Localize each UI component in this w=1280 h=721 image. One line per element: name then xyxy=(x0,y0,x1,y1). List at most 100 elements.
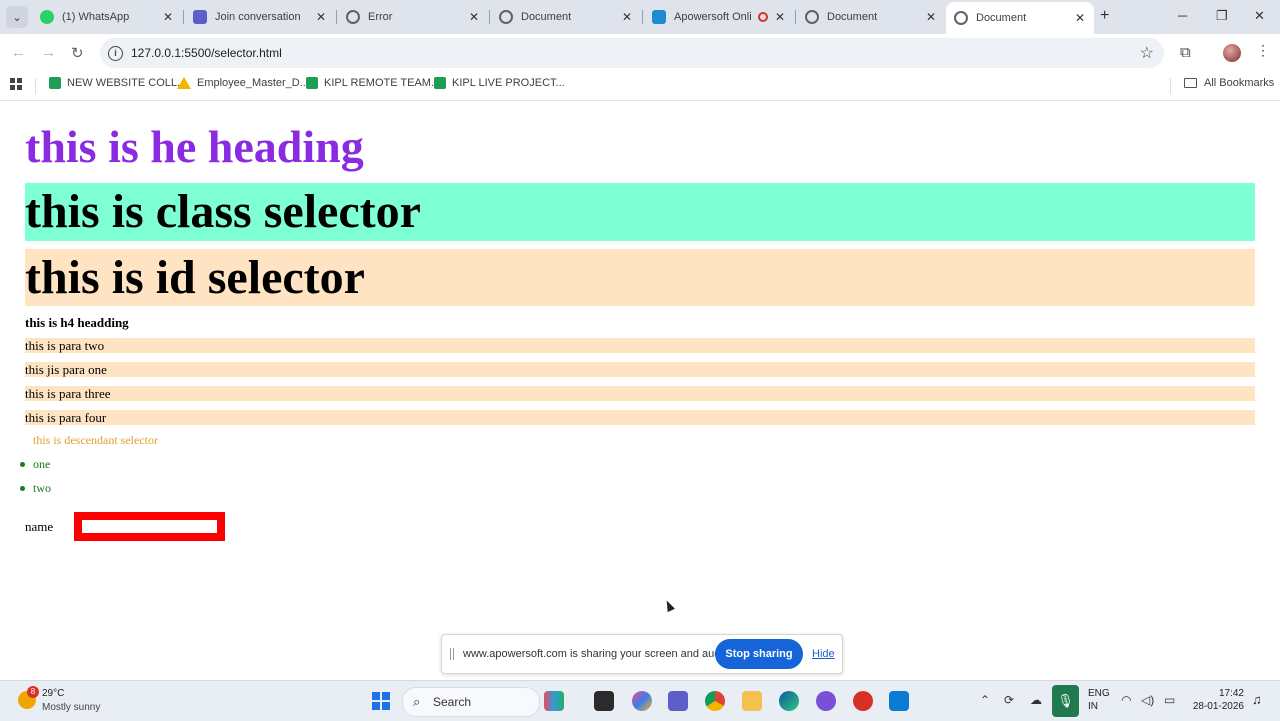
language-code: ENG xyxy=(1088,688,1110,699)
microphone-icon[interactable]: 🎙 xyxy=(1052,685,1079,717)
task-view-icon[interactable] xyxy=(594,691,614,711)
close-icon: ✕ xyxy=(1254,8,1265,23)
close-icon[interactable]: ✕ xyxy=(313,10,329,24)
drag-handle[interactable] xyxy=(450,648,454,660)
cloud-icon[interactable]: ☁ xyxy=(1030,693,1042,707)
close-window-button[interactable]: ✕ xyxy=(1254,8,1265,24)
arrow-left-icon: ← xyxy=(11,44,26,61)
bookmark-item[interactable]: KIPL REMOTE TEAM... xyxy=(306,77,440,89)
restore-icon: ❐ xyxy=(1216,8,1228,23)
app-notification-icon[interactable] xyxy=(853,691,873,711)
clock-time: 17:42 xyxy=(1218,688,1244,699)
tab-separator xyxy=(489,10,490,24)
close-icon[interactable]: ✕ xyxy=(619,10,635,24)
sync-icon[interactable]: ⟳ xyxy=(1004,693,1014,707)
chevron-up-icon[interactable]: ⌃ xyxy=(980,693,990,707)
reload-button[interactable]: ↻ xyxy=(71,44,84,62)
list-item-label: two xyxy=(33,481,51,495)
share-message: www.apowersoft.com is sharing your scree… xyxy=(463,648,733,660)
hide-link[interactable]: Hide xyxy=(812,648,835,660)
class-selector-heading: this is class selector xyxy=(25,183,1255,241)
sheets-icon xyxy=(306,77,318,89)
star-icon[interactable]: ☆ xyxy=(1140,43,1154,63)
divider xyxy=(1170,78,1171,94)
browser-app-icon[interactable] xyxy=(816,691,836,711)
tab-separator xyxy=(336,10,337,24)
info-icon[interactable]: i xyxy=(108,46,123,61)
language-indicator[interactable]: ENG IN xyxy=(1088,687,1110,713)
close-icon[interactable]: ✕ xyxy=(466,10,482,24)
widgets-icon[interactable] xyxy=(544,691,564,711)
taskbar-search-label: Search xyxy=(433,695,472,709)
forward-button[interactable]: → xyxy=(41,44,56,61)
tab-error[interactable]: Error ✕ xyxy=(338,4,488,30)
tab-join-conversation[interactable]: Join conversation ✕ xyxy=(185,4,335,30)
battery-icon[interactable]: ▭ xyxy=(1164,693,1175,707)
sheets-icon xyxy=(434,77,446,89)
volume-icon[interactable]: ◁) xyxy=(1141,693,1154,707)
tab-whatsapp[interactable]: (1) WhatsApp ✕ xyxy=(32,4,182,30)
copilot-icon[interactable] xyxy=(632,691,652,711)
tab-title: Error xyxy=(368,11,393,23)
notification-bell-icon[interactable]: ♫ xyxy=(1252,692,1262,707)
tab-search-button[interactable]: ⌄ xyxy=(6,6,28,28)
globe-icon xyxy=(805,10,819,24)
weather-badge: 8 xyxy=(27,686,39,698)
reload-icon: ↻ xyxy=(71,45,84,62)
restore-button[interactable]: ❐ xyxy=(1216,8,1228,24)
edge-icon[interactable] xyxy=(779,691,799,711)
bookmark-label: KIPL REMOTE TEAM... xyxy=(324,77,441,89)
extensions-icon[interactable]: ⧉ xyxy=(1180,44,1191,61)
screen-share-bar: www.apowersoft.com is sharing your scree… xyxy=(441,634,843,674)
tab-document-1[interactable]: Document ✕ xyxy=(491,4,641,30)
chevron-down-icon: ⌄ xyxy=(12,11,22,24)
windows-start-icon[interactable] xyxy=(372,692,390,710)
back-button[interactable]: ← xyxy=(11,44,26,61)
apps-grid-icon[interactable] xyxy=(10,78,22,90)
name-label: name xyxy=(25,519,54,534)
stop-sharing-button[interactable]: Stop sharing xyxy=(715,639,803,669)
bullet xyxy=(20,462,25,467)
teams-icon[interactable] xyxy=(668,691,688,711)
address-bar[interactable]: i 127.0.0.1:5500/selector.html ☆ xyxy=(100,38,1164,68)
search-icon: ⌕ xyxy=(413,694,421,709)
chrome-icon[interactable] xyxy=(705,691,725,711)
close-icon[interactable]: ✕ xyxy=(160,10,176,24)
bookmark-item[interactable]: KIPL LIVE PROJECT... xyxy=(434,77,565,89)
list-item: two xyxy=(20,481,51,496)
tab-strip: ⌄ (1) WhatsApp ✕ Join conversation ✕ Err… xyxy=(0,0,1280,34)
globe-icon xyxy=(346,10,360,24)
clock-date: 28-01-2026 xyxy=(1192,701,1244,712)
menu-icon[interactable]: ⋮ xyxy=(1256,42,1270,59)
weather-description: Mostly sunny xyxy=(42,702,101,713)
bookmark-item[interactable]: NEW WEBSITE COLL... xyxy=(49,77,186,89)
tab-title: (1) WhatsApp xyxy=(62,11,130,23)
vscode-icon[interactable] xyxy=(889,691,909,711)
new-tab-button[interactable]: + xyxy=(1100,7,1109,25)
tab-document-2[interactable]: Document ✕ xyxy=(797,4,945,30)
clock[interactable]: 17:42 28-01-2026 xyxy=(1192,687,1244,713)
taskbar-search[interactable]: ⌕ Search xyxy=(402,687,540,717)
avatar[interactable] xyxy=(1223,44,1241,62)
tab-title: Apowersoft Onli xyxy=(674,11,752,23)
all-bookmarks-button[interactable]: All Bookmarks xyxy=(1184,77,1274,89)
tab-apowersoft[interactable]: Apowersoft Onli ✕ xyxy=(644,4,794,30)
minimize-button[interactable]: ─ xyxy=(1178,8,1187,23)
bookmark-item[interactable]: Employee_Master_D... xyxy=(177,77,309,89)
all-bookmarks-label: All Bookmarks xyxy=(1204,77,1275,89)
paragraph: this is para three xyxy=(25,386,1255,401)
close-icon[interactable]: ✕ xyxy=(1072,11,1088,25)
weather-temperature: 29°C xyxy=(42,688,65,699)
divider xyxy=(35,78,36,94)
list-item: one xyxy=(20,457,50,472)
file-explorer-icon[interactable] xyxy=(742,691,762,711)
list-item-label: one xyxy=(33,457,51,471)
wifi-icon[interactable]: ◠ xyxy=(1121,693,1131,707)
bullet xyxy=(20,486,25,491)
close-icon[interactable]: ✕ xyxy=(772,10,788,24)
tab-document-active[interactable]: Document ✕ xyxy=(946,2,1094,34)
h4-heading: this is h4 headding xyxy=(25,315,129,330)
close-icon[interactable]: ✕ xyxy=(923,10,939,24)
name-input[interactable] xyxy=(74,512,225,541)
address-url[interactable]: 127.0.0.1:5500/selector.html xyxy=(131,46,282,60)
